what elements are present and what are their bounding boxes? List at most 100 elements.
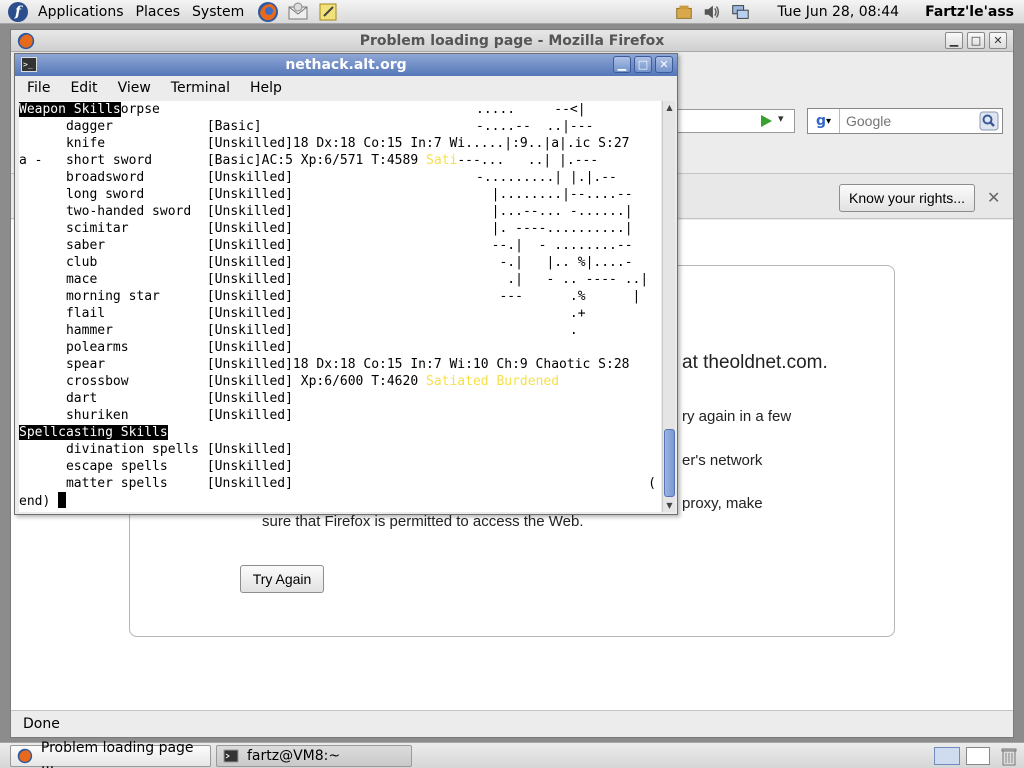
know-your-rights-button[interactable]: Know your rights... (839, 184, 975, 212)
line-segment: shuriken [Unskilled] (19, 408, 293, 423)
url-dropdown-icon[interactable]: ▾ (778, 112, 784, 125)
map-segment: .+ (476, 306, 586, 321)
map-segment: -....-- ..|--- (476, 119, 594, 134)
bottom-panel: Problem loading page ... fartz@VM8:~ (0, 740, 1024, 768)
terminal-line: two-handed sword [Unskilled] |...--... -… (19, 203, 661, 220)
terminal-line: crossbow [Unskilled] Xp:6/600 T:4620 Sat… (19, 373, 661, 390)
map-segment: --- .% | (476, 289, 641, 304)
show-desktop-icon[interactable] (934, 747, 960, 765)
menu-view[interactable]: View (108, 80, 161, 96)
terminal-close-button[interactable]: ✕ (655, 56, 673, 73)
terminal-scrollbar[interactable]: ▲ ▼ (662, 101, 675, 512)
volume-icon[interactable] (701, 1, 723, 23)
line-segment: broadsword [Unskilled] (19, 170, 293, 185)
terminal-line-text: Spellcasting Skills (19, 424, 168, 441)
error-title: at theoldnet.com. (682, 352, 828, 373)
terminal-line-text: end) (19, 492, 67, 510)
terminal-line: divination spells [Unskilled] (19, 441, 661, 458)
terminal-titlebar[interactable]: >_ nethack.alt.org ▁ □ ✕ (15, 54, 677, 76)
search-box[interactable]: g ▾ (807, 108, 1003, 134)
map-segment: -.| |.. %|....- (476, 255, 633, 270)
terminal-line: Spellcasting Skills (19, 424, 661, 441)
search-engine-selector[interactable]: g ▾ (808, 109, 840, 133)
terminal-line: dagger [Basic] -....-- ..|--- (19, 118, 661, 135)
section-heading: Spellcasting Skills (19, 425, 168, 440)
terminal-line-text: divination spells [Unskilled] (19, 441, 293, 458)
map-segment: |........|--....-- (476, 187, 633, 202)
terminal-line-text: mace [Unskilled] (19, 271, 293, 288)
applications-menu[interactable]: Applications (32, 0, 130, 24)
network-icon[interactable] (729, 1, 751, 23)
terminal-line-text: escape spells [Unskilled] (19, 458, 293, 475)
scroll-down-icon[interactable]: ▼ (663, 499, 676, 512)
menu-terminal[interactable]: Terminal (161, 80, 240, 96)
terminal-line: escape spells [Unskilled] (19, 458, 661, 475)
status-highlight: Sati (426, 153, 458, 168)
firefox-titlebar[interactable]: Problem loading page - Mozilla Firefox ▁… (11, 30, 1013, 52)
error-text-line: ry again in a few (682, 408, 792, 425)
terminal-line: scimitar [Unskilled] |. ----..........| (19, 220, 661, 237)
menu-edit[interactable]: Edit (60, 80, 107, 96)
terminal-line: morning star [Unskilled] --- .% | (19, 288, 661, 305)
go-arrow-icon[interactable] (759, 114, 773, 128)
terminal-minimize-button[interactable]: ▁ (613, 56, 631, 73)
firefox-launcher-icon[interactable] (256, 0, 280, 24)
terminal-line-text: matter spells [Unskilled] (19, 475, 293, 492)
firefox-close-button[interactable]: ✕ (989, 32, 1007, 49)
terminal-line: dart [Unskilled] (19, 390, 661, 407)
line-segment: knife [Unskilled]18 Dx:18 Co:15 In:7 Wi.… (19, 136, 630, 151)
terminal-output[interactable]: Weapon Skillsorpse ..... --<| dagger [Bas… (19, 101, 661, 512)
terminal-line: spear [Unskilled]18 Dx:18 Co:15 In:7 Wi:… (19, 356, 661, 373)
system-menu[interactable]: System (186, 0, 250, 24)
terminal-line-text: long sword [Unskilled] (19, 186, 293, 203)
map-segment: --.| - ........-- (476, 238, 633, 253)
terminal-line: shuriken [Unskilled] (19, 407, 661, 424)
terminal-line-text: club [Unskilled] (19, 254, 293, 271)
update-tray-icon[interactable] (673, 1, 695, 23)
line-segment: end) (19, 494, 59, 509)
scroll-thumb[interactable] (664, 429, 675, 497)
search-input[interactable] (840, 113, 970, 129)
menu-file[interactable]: File (17, 80, 60, 96)
firefox-minimize-button[interactable]: ▁ (945, 32, 963, 49)
workspace-pager[interactable] (966, 747, 990, 765)
terminal-line-text: polearms [Unskilled] (19, 339, 293, 356)
line-segment: matter spells [Unskilled] (19, 476, 293, 491)
terminal-line-text: Weapon Skillsorpse (19, 101, 160, 118)
magnifier-icon[interactable] (979, 111, 999, 131)
clock[interactable]: Tue Jun 28, 08:44 (777, 4, 899, 20)
line-segment: crossbow [Unskilled] Xp:6/600 T:4620 (19, 374, 426, 389)
notes-launcher-icon[interactable] (316, 0, 340, 24)
map-segment: ..... --<| (476, 102, 586, 117)
terminal-line-text: morning star [Unskilled] (19, 288, 293, 305)
firefox-task-icon (17, 748, 33, 764)
trash-icon[interactable] (1000, 746, 1018, 766)
taskbar-label: Problem loading page ... (40, 740, 194, 768)
fedora-logo-icon[interactable]: f (8, 1, 28, 22)
terminal-maximize-button[interactable]: □ (634, 56, 652, 73)
line-segment: polearms [Unskilled] (19, 340, 293, 355)
scroll-up-icon[interactable]: ▲ (663, 101, 676, 114)
google-logo-icon: g (815, 113, 826, 129)
firefox-maximize-button[interactable]: □ (967, 32, 985, 49)
notification-close-icon[interactable]: ✕ (987, 188, 1000, 207)
line-segment: a - short sword [Basic]AC:5 Xp:6/571 T:4… (19, 153, 426, 168)
top-panel: f Applications Places System Tue Jun 28,… (0, 0, 1024, 24)
line-segment: two-handed sword [Unskilled] (19, 204, 293, 219)
taskbar-terminal[interactable]: fartz@VM8:~ (216, 745, 412, 767)
taskbar-label: fartz@VM8:~ (247, 748, 341, 764)
terminal-line-text: two-handed sword [Unskilled] (19, 203, 293, 220)
taskbar-firefox[interactable]: Problem loading page ... (10, 740, 211, 768)
terminal-line: flail [Unskilled] .+ (19, 305, 661, 322)
user-name[interactable]: Fartz'le'ass (925, 4, 1014, 20)
terminal-line-text: crossbow [Unskilled] Xp:6/600 T:4620 Sat… (19, 373, 559, 390)
status-text: Done (23, 716, 60, 732)
line-segment: spear [Unskilled]18 Dx:18 Co:15 In:7 Wi:… (19, 357, 630, 372)
url-bar[interactable] (675, 109, 795, 133)
try-again-button[interactable]: Try Again (240, 565, 324, 593)
map-segment: -.........| |.|.-- (476, 170, 617, 185)
menu-help[interactable]: Help (240, 80, 292, 96)
mail-launcher-icon[interactable] (286, 0, 310, 24)
map-segment: .| - .. ---- ..| (476, 272, 649, 287)
places-menu[interactable]: Places (130, 0, 187, 24)
